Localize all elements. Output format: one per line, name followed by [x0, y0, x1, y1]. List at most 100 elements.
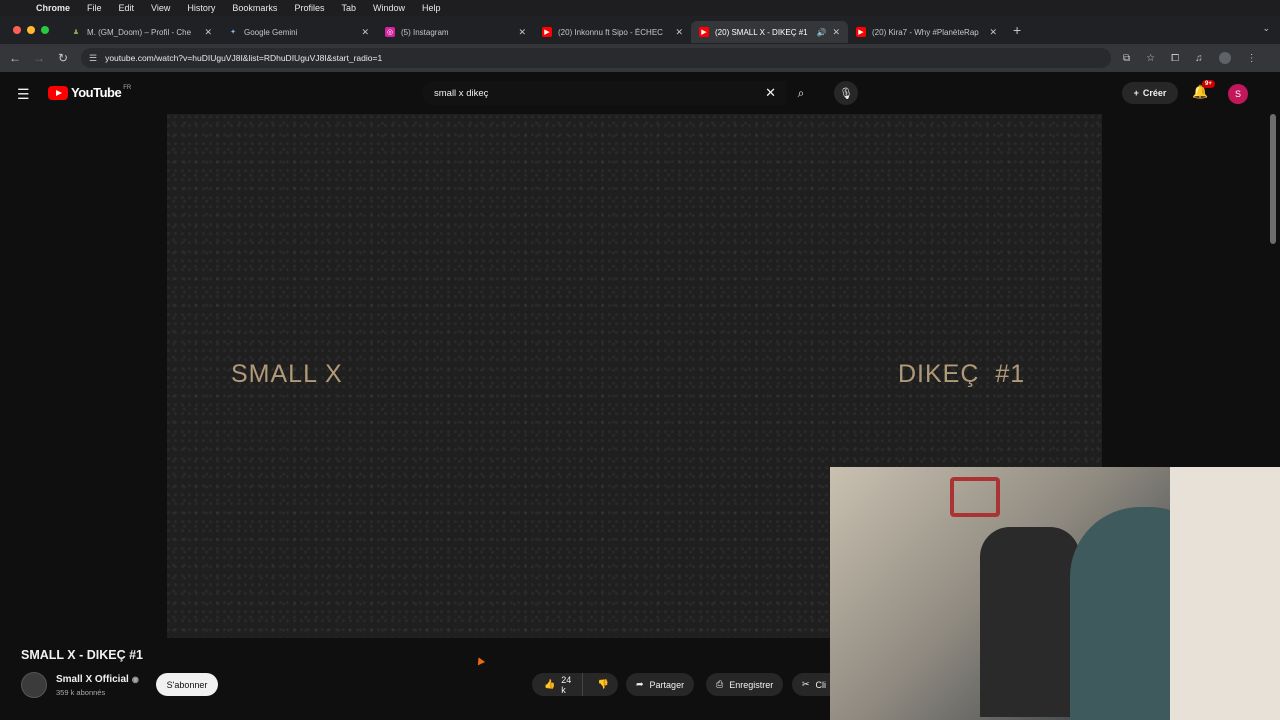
subscribe-button[interactable]: S'abonner [156, 673, 218, 696]
close-window-icon[interactable] [13, 26, 21, 34]
clear-search-icon[interactable]: ✕ [765, 85, 776, 101]
tab-chess[interactable]: ♟ M. (GM_Doom) – Profil - Che ✕ [63, 21, 220, 43]
close-tab-icon[interactable]: ✕ [675, 27, 683, 38]
subscriber-count: 359 k abonnés [56, 688, 106, 697]
tab-youtube-kira7[interactable]: ▶ (20) Kira7 - Why #PlanèteRap ✕ [848, 21, 1005, 43]
menu-profiles[interactable]: Profiles [294, 3, 324, 13]
close-tab-icon[interactable]: ✕ [989, 27, 997, 38]
bookmark-star-icon[interactable]: ☆ [1146, 53, 1155, 64]
plus-icon: + [1133, 88, 1139, 98]
new-tab-icon[interactable]: + [1013, 22, 1021, 38]
channel-avatar[interactable] [21, 672, 47, 698]
youtube-icon: ▶ [856, 27, 866, 37]
chess-icon: ♟ [72, 29, 80, 36]
close-tab-icon[interactable]: ✕ [204, 27, 212, 38]
browser-menu-icon[interactable]: ⋮ [1247, 53, 1257, 64]
menu-app[interactable]: Chrome [36, 3, 70, 13]
menu-window[interactable]: Window [373, 3, 405, 13]
menu-view[interactable]: View [151, 3, 170, 13]
youtube-play-icon [48, 85, 68, 100]
address-bar-row: ← → ↻ ☰ youtube.com/watch?v=huDIUguVJ8I&… [0, 44, 1280, 72]
menu-file[interactable]: File [87, 3, 102, 13]
tab-youtube-inkonnu[interactable]: ▶ (20) Inkonnu ft Sipo - ÉCHEC ✕ [534, 21, 691, 43]
menu-tab[interactable]: Tab [341, 3, 356, 13]
share-button[interactable]: ➦ Partager [626, 673, 695, 696]
extensions-icon[interactable]: ⧠ [1171, 53, 1179, 64]
tab-title: (20) Inkonnu ft Sipo - ÉCHEC [558, 27, 663, 37]
tab-search-chevron-icon[interactable]: ⌄ [1262, 23, 1270, 34]
minimize-window-icon[interactable] [27, 26, 35, 34]
bookmark-icon: ⎙ [716, 679, 724, 689]
region-code: FR [123, 84, 132, 91]
site-info-icon[interactable]: ☰ [89, 53, 97, 64]
notification-badge: 9+ [1202, 80, 1215, 88]
share-icon: ➦ [636, 679, 644, 689]
instagram-icon: ◎ [385, 27, 395, 37]
address-field[interactable]: ☰ youtube.com/watch?v=huDIUguVJ8I&list=R… [81, 48, 1111, 68]
video-title: SMALL X - DIKEÇ #1 [21, 648, 144, 662]
install-app-icon[interactable]: ⧉ [1123, 53, 1130, 64]
youtube-logo[interactable]: YouTube FR [48, 85, 131, 100]
forward-icon[interactable]: → [27, 51, 51, 65]
like-count: 24 k [561, 674, 572, 695]
webcam-overlay [830, 467, 1280, 720]
thumbs-up-icon: 👍 [544, 679, 556, 689]
menu-edit[interactable]: Edit [119, 3, 135, 13]
menu-history[interactable]: History [187, 3, 215, 13]
tab-title: (20) Kira7 - Why #PlanèteRap [872, 27, 979, 37]
search-input[interactable]: small x dikeç ✕ [422, 81, 786, 105]
save-button[interactable]: ⎙ Enregistrer [706, 673, 784, 696]
youtube-header: ☰ YouTube FR small x dikeç ✕ ⌕ 🎙 + Créer… [0, 72, 1280, 114]
media-controls-icon[interactable]: ♫ [1195, 53, 1203, 64]
share-label: Partager [649, 679, 685, 690]
tab-title: (20) SMALL X - DIKEÇ #1 [715, 27, 808, 37]
hamburger-menu-icon[interactable]: ☰ [17, 86, 30, 103]
search-icon[interactable]: ⌕ [786, 81, 816, 105]
video-overlay-title: DIKEÇ #1 [898, 360, 1026, 388]
like-dislike-group: 👍 24 k 👎 [532, 673, 618, 696]
close-tab-icon[interactable]: ✕ [361, 27, 369, 38]
youtube-icon: ▶ [699, 27, 709, 37]
close-tab-icon[interactable]: ✕ [832, 27, 840, 38]
verified-icon: ◉ [131, 675, 139, 684]
youtube-icon: ▶ [542, 27, 552, 37]
close-tab-icon[interactable]: ✕ [518, 27, 526, 38]
dislike-button[interactable]: 👎 [589, 679, 618, 690]
chair-shape [980, 527, 1080, 717]
os-menubar: Chrome File Edit View History Bookmarks … [0, 0, 1280, 16]
tab-title: Google Gemini [244, 27, 298, 37]
tab-youtube-small-x[interactable]: ▶ (20) SMALL X - DIKEÇ #1 🔊 ✕ [691, 21, 848, 43]
reload-icon[interactable]: ↻ [51, 51, 75, 65]
mouse-cursor-icon [474, 655, 486, 666]
youtube-wordmark: YouTube [71, 85, 122, 100]
tab-gemini[interactable]: ✦ Google Gemini ✕ [220, 21, 377, 43]
menu-help[interactable]: Help [422, 3, 441, 13]
create-button[interactable]: + Créer [1122, 82, 1178, 104]
channel-name-text: Small X Official [56, 674, 129, 685]
menu-bookmarks[interactable]: Bookmarks [232, 3, 277, 13]
save-label: Enregistrer [729, 679, 774, 690]
gemini-icon: ✦ [230, 29, 236, 36]
speaker-icon[interactable]: 🔊 [816, 28, 826, 37]
window-controls [13, 26, 49, 34]
like-button[interactable]: 👍 24 k [532, 673, 583, 696]
search-query: small x dikeç [434, 87, 489, 99]
tab-instagram[interactable]: ◎ (5) Instagram ✕ [377, 21, 534, 43]
clip-label: Cli [815, 679, 827, 690]
clip-button[interactable]: ✂ Cli [792, 673, 830, 696]
browser-tabbar: ♟ M. (GM_Doom) – Profil - Che ✕ ✦ Google… [0, 16, 1280, 44]
shelf-shape [1170, 467, 1280, 720]
channel-name[interactable]: Small X Official ◉ [56, 674, 139, 685]
microphone-icon[interactable]: 🎙 [834, 81, 858, 105]
notifications-bell-icon[interactable]: 🔔 9+ [1192, 80, 1215, 100]
create-label: Créer [1142, 88, 1167, 98]
page-scrollbar[interactable] [1270, 114, 1276, 244]
maximize-window-icon[interactable] [41, 26, 49, 34]
profile-icon[interactable] [1218, 52, 1231, 64]
basketball-hoop-shape [950, 477, 1000, 517]
avatar[interactable]: S [1228, 84, 1248, 104]
back-icon[interactable]: ← [3, 51, 27, 65]
thumbs-down-icon: 👎 [597, 679, 609, 689]
toolbar-icons: ⧉ ☆ ⧠ ♫ ⋮ [1123, 52, 1257, 64]
tab-title: (5) Instagram [401, 27, 449, 37]
